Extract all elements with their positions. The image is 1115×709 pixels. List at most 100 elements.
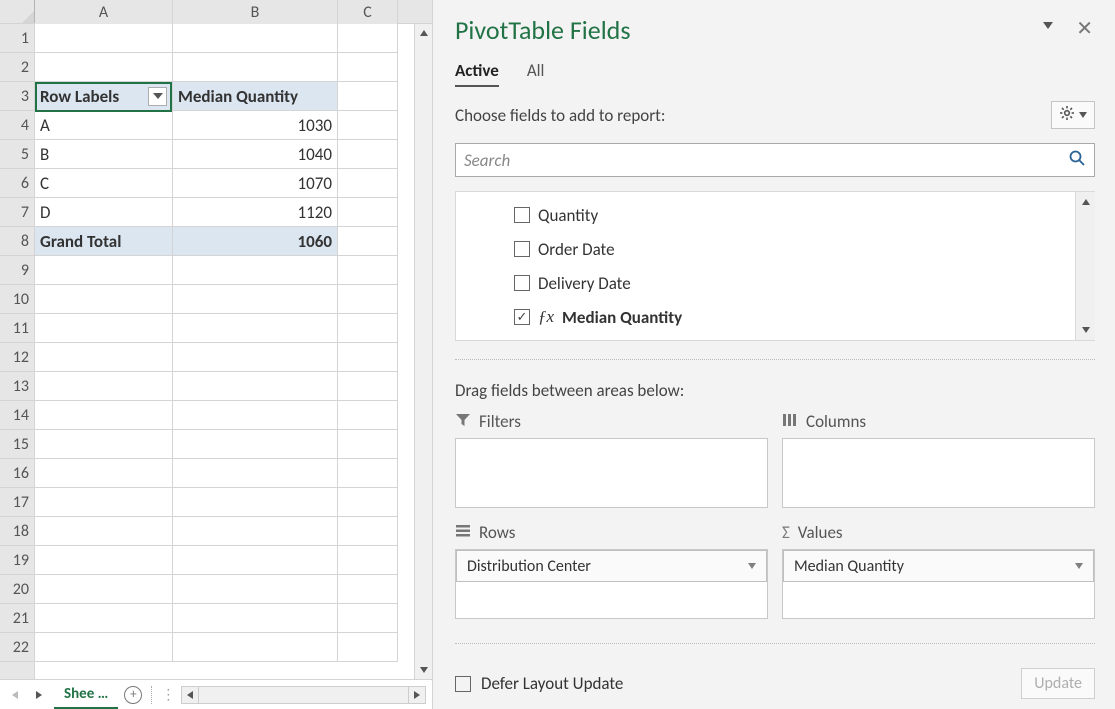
pivot-fields-pane: PivotTable Fields ✕ Active All Choose fi… [432,0,1115,709]
area-title-label: Filters [479,411,521,432]
cell-grid[interactable]: Row Labels Median Quantity A1030 B1040 C… [35,24,414,662]
cell-B7[interactable]: 1120 [173,198,338,227]
search-icon [1068,149,1086,172]
row-header[interactable]: 6 [0,169,34,198]
rows-field-chip[interactable]: Distribution Center [456,550,767,582]
sheet-tab-active[interactable]: Shee … [54,681,118,709]
search-input[interactable]: Search [455,143,1095,177]
row-header[interactable]: 7 [0,198,34,227]
field-list-scrollbar[interactable] [1075,192,1095,340]
column-header-row: A B C [0,0,432,24]
field-median-quantity[interactable]: ƒx Median Quantity [514,300,1065,334]
field-quantity[interactable]: Quantity [514,198,1065,232]
field-delivery-date[interactable]: Delivery Date [514,266,1065,300]
tools-button[interactable] [1051,101,1095,129]
filter-icon [455,411,471,432]
cell-B8[interactable]: 1060 [173,227,338,256]
column-header-A[interactable]: A [35,0,173,24]
tab-nav-next[interactable] [30,686,48,704]
field-order-date[interactable]: Order Date [514,232,1065,266]
vertical-scrollbar[interactable] [414,24,432,679]
select-all-cell[interactable] [0,0,35,23]
columns-dropzone[interactable] [782,438,1095,508]
choose-fields-label: Choose fields to add to report: [455,105,665,126]
cell-A8[interactable]: Grand Total [35,227,173,256]
tab-all[interactable]: All [527,60,545,87]
row-header[interactable]: 9 [0,256,34,285]
row-header[interactable]: 8 [0,227,34,256]
checkbox[interactable] [514,207,530,223]
cell-A6[interactable]: C [35,169,173,198]
rows-dropzone[interactable]: Distribution Center [455,549,768,619]
row-header[interactable]: 11 [0,314,34,343]
chevron-down-icon[interactable] [1075,563,1083,569]
values-field-chip[interactable]: Median Quantity [783,550,1094,582]
row-header[interactable]: 10 [0,285,34,314]
scroll-up-button[interactable] [415,24,432,42]
scroll-up-button[interactable] [1076,192,1095,212]
chip-label: Distribution Center [467,557,591,576]
tab-active[interactable]: Active [455,60,499,87]
row-header[interactable]: 15 [0,430,34,459]
search-placeholder: Search [464,150,510,171]
row-header[interactable]: 12 [0,343,34,372]
row-header[interactable]: 5 [0,140,34,169]
row-header[interactable]: 17 [0,488,34,517]
cell-B5[interactable]: 1040 [173,140,338,169]
area-title-label: Rows [479,522,515,543]
defer-update-checkbox[interactable] [455,676,471,692]
row-labels-filter-button[interactable] [148,87,167,106]
cell-A5[interactable]: B [35,140,173,169]
chevron-down-icon[interactable] [748,563,756,569]
sheet-tab-strip: Shee … + ⋮ [0,679,432,709]
pane-options-dropdown[interactable] [1043,22,1053,29]
cell-A7[interactable]: D [35,198,173,227]
cell-B3[interactable]: Median Quantity [173,82,338,111]
columns-icon [782,411,798,432]
close-icon[interactable]: ✕ [1076,16,1093,41]
row-header[interactable]: 13 [0,372,34,401]
pivot-row-labels-header: Row Labels [40,86,119,107]
pane-title: PivotTable Fields [455,14,1095,46]
row-header[interactable]: 22 [0,633,34,662]
tab-nav-prev[interactable] [6,686,24,704]
row-header[interactable]: 18 [0,517,34,546]
area-title-label: Values [798,522,843,543]
scroll-down-button[interactable] [415,661,432,679]
scroll-right-button[interactable] [408,686,426,704]
scroll-left-button[interactable] [181,686,199,704]
new-sheet-button[interactable]: + [124,686,142,704]
update-button[interactable]: Update [1021,668,1095,699]
filters-dropzone[interactable] [455,438,768,508]
cell-A3[interactable]: Row Labels [35,82,173,111]
row-header[interactable]: 3 [0,82,34,111]
row-header[interactable]: 14 [0,401,34,430]
cell-A4[interactable]: A [35,111,173,140]
row-header[interactable]: 16 [0,459,34,488]
cell-B6[interactable]: 1070 [173,169,338,198]
chip-label: Median Quantity [794,557,904,576]
values-dropzone[interactable]: Median Quantity [782,549,1095,619]
checkbox[interactable] [514,309,530,325]
checkbox[interactable] [514,275,530,291]
row-header[interactable]: 20 [0,575,34,604]
row-header[interactable]: 19 [0,546,34,575]
row-header[interactable]: 4 [0,111,34,140]
area-columns: Columns [782,411,1095,508]
pivot-tabs: Active All [455,60,1095,87]
defer-update-label: Defer Layout Update [481,673,623,694]
cell-B4[interactable]: 1030 [173,111,338,140]
row-header[interactable]: 21 [0,604,34,633]
area-title-label: Columns [806,411,866,432]
row-header[interactable]: 1 [0,24,34,53]
field-list[interactable]: Quantity Order Date Delivery Date ƒx Med… [455,191,1095,341]
row-header[interactable]: 2 [0,53,34,82]
horizontal-scrollbar[interactable] [181,686,426,704]
column-header-B[interactable]: B [173,0,338,24]
field-label: Quantity [538,205,598,226]
checkbox[interactable] [514,241,530,257]
tab-strip-more-icon[interactable]: ⋮ [161,686,175,703]
scroll-down-button[interactable] [1076,320,1095,340]
column-header-C[interactable]: C [338,0,398,24]
field-label: Order Date [538,239,615,260]
